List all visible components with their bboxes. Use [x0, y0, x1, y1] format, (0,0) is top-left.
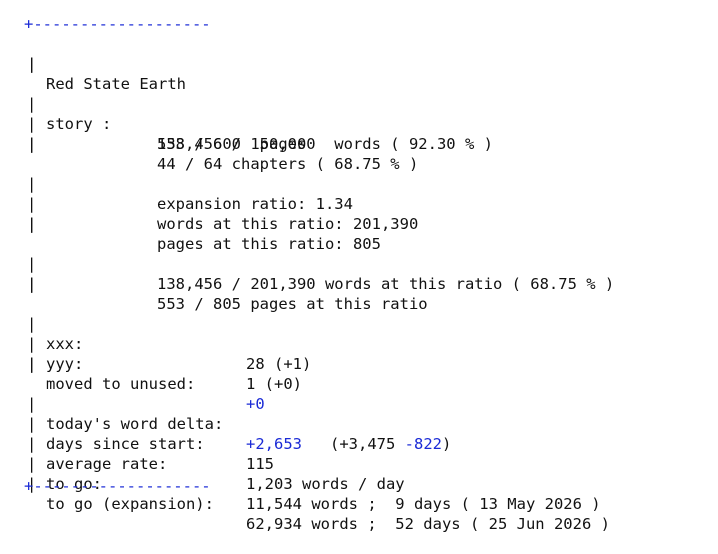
togo-expansion-value: 62,934 words ; 52 days ( 25 Jun 2026 )	[246, 515, 610, 533]
progress-words-line: | 138,456 / 201,390 words at this ratio …	[27, 255, 615, 293]
story-label: story :	[46, 115, 112, 133]
title-line: | Red State Earth	[0, 34, 186, 93]
days-value: 115	[246, 455, 274, 473]
delta-negative: -822	[404, 435, 442, 453]
togo-expansion-label: to go (expansion):	[46, 495, 214, 513]
yyy-line: | yyy: 1 (+0)	[27, 335, 302, 393]
words-at-ratio: words at this ratio: 201,390	[157, 215, 419, 233]
moved-label: moved to unused:	[46, 375, 196, 393]
days-label: days since start:	[46, 435, 205, 453]
progress-words: 138,456 / 201,390 words at this ratio ( …	[157, 275, 615, 293]
top-rule: +-------------------	[24, 15, 211, 33]
moved-value: +0	[246, 395, 265, 413]
progress-pages-line: | 553 / 805 pages at this ratio	[27, 275, 428, 313]
delta-line: | today's word delta: +2,653 (+3,475 -82…	[27, 395, 452, 453]
rate-label: average rate:	[46, 455, 168, 473]
moved-line: | moved to unused: +0	[27, 355, 265, 413]
expansion-ratio-line: | expansion ratio: 1.34	[27, 175, 353, 213]
project-title: Red State Earth	[46, 75, 186, 93]
days-line: | days since start: 115	[27, 415, 274, 473]
terminal-output: +------------------- | Red State Earth |…	[0, 0, 718, 533]
pages-at-ratio-line: | pages at this ratio: 805	[27, 215, 381, 253]
yyy-label: yyy:	[46, 355, 84, 373]
story-chapters-line: | 44 / 64 chapters ( 68.75 % )	[27, 135, 419, 173]
delta-close: )	[441, 435, 452, 453]
rate-line: | average rate: 1,203 words / day	[27, 435, 405, 493]
story-words-line: | story : 138,456 / 150,000 words ( 92.3…	[27, 95, 493, 153]
expansion-ratio: expansion ratio: 1.34	[157, 195, 353, 213]
words-at-ratio-line: | words at this ratio: 201,390	[27, 195, 419, 233]
togo-value: 11,544 words ; 9 days ( 13 May 2026 )	[246, 495, 601, 513]
xxx-line: | xxx: 28 (+1)	[27, 315, 312, 373]
delta-label: today's word delta:	[46, 415, 224, 433]
delta-values: +2,653 (+3,475 -822)	[246, 434, 451, 454]
delta-value: +2,653	[246, 435, 302, 453]
story-pages-line: | 553 / 600 pages	[27, 115, 307, 153]
progress-pages: 553 / 805 pages at this ratio	[157, 295, 428, 313]
bottom-rule: +-------------------	[24, 477, 211, 495]
delta-open: (+3,475	[330, 435, 405, 453]
pages-at-ratio: pages at this ratio: 805	[157, 235, 381, 253]
xxx-value: 28 (+1)	[246, 355, 312, 373]
story-chapters: 44 / 64 chapters ( 68.75 % )	[157, 155, 419, 173]
xxx-label: xxx:	[46, 335, 84, 353]
rate-value: 1,203 words / day	[246, 475, 405, 493]
story-pages: 553 / 600 pages	[157, 135, 307, 153]
togo-expansion-line: | to go (expansion): 62,934 words ; 52 d…	[27, 475, 610, 533]
yyy-value: 1 (+0)	[246, 375, 302, 393]
togo-line: | to go: 11,544 words ; 9 days ( 13 May …	[27, 455, 601, 513]
